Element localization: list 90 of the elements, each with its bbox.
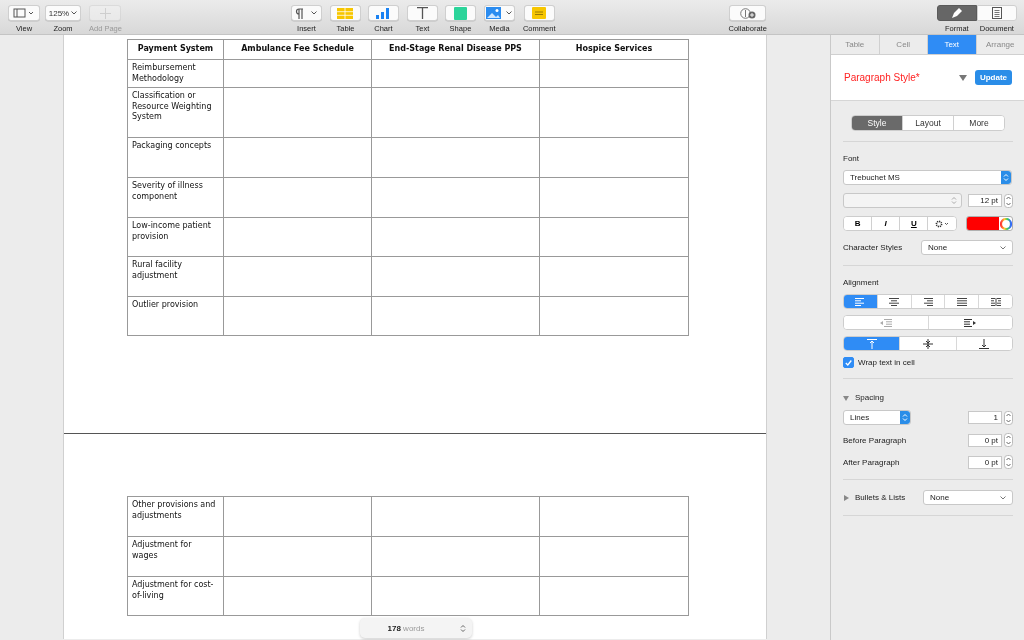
indent-increase-icon — [964, 318, 977, 327]
comment-button[interactable] — [523, 5, 555, 21]
media-button[interactable] — [483, 5, 515, 21]
plus-icon — [99, 7, 111, 19]
format-button[interactable] — [936, 5, 977, 21]
insert-button[interactable] — [290, 5, 322, 21]
stepper-icon — [900, 411, 910, 424]
font-family-popup[interactable]: Trebuchet MS — [843, 170, 1012, 185]
chart-button[interactable] — [367, 5, 399, 21]
table-cell: Outlier provision — [127, 296, 224, 336]
square-icon — [453, 6, 467, 20]
section-label: Alignment — [843, 278, 880, 287]
text-icon — [416, 7, 428, 19]
field-label: Character Styles — [843, 243, 904, 252]
field-label: After Paragraph — [843, 457, 901, 467]
text-button[interactable] — [406, 5, 438, 21]
spacing-field[interactable]: 0 pt — [968, 455, 1002, 469]
wrap-checkbox[interactable] — [843, 357, 854, 368]
table-cell: Adjustment for cost-of-living — [127, 576, 224, 616]
table-cell: Classification or Resource Weighting System — [127, 87, 224, 138]
gear-icon — [935, 219, 949, 228]
table-icon — [337, 7, 354, 19]
header-cell: Hospice Services — [539, 39, 689, 60]
stepper-icon — [460, 623, 467, 633]
chevron-icon — [311, 11, 318, 15]
paintbrush-icon — [950, 7, 963, 19]
document-button[interactable] — [976, 5, 1017, 21]
stepper-icon[interactable] — [1004, 455, 1013, 469]
character-styles-popup[interactable]: None — [921, 240, 1013, 255]
spacing-mode-popup[interactable]: Lines — [843, 410, 911, 425]
spacing-disclosure[interactable]: Spacing — [843, 393, 1013, 402]
chevron-icon — [506, 11, 513, 15]
stepper-icon[interactable] — [1004, 193, 1013, 208]
table-cell: Adjustment for wages — [127, 536, 224, 577]
align-center-icon — [889, 297, 900, 306]
word-count: 178 words — [387, 623, 425, 633]
dropdown-triangle-icon[interactable] — [958, 74, 967, 81]
align-left-icon — [855, 297, 866, 306]
collaborate-icon — [739, 7, 756, 19]
align-right-icon — [923, 297, 933, 306]
header-cell: Ambulance Fee Schedule — [223, 39, 372, 60]
bullets-popup[interactable]: None — [923, 490, 1013, 505]
checkbox-label: Wrap text in cell — [858, 358, 915, 367]
table-cell: Reimbursement Methodology — [127, 59, 224, 88]
shape-button[interactable] — [444, 5, 476, 21]
table-cell: Low-income patient provision — [127, 217, 224, 257]
chevron-icon — [1000, 245, 1006, 250]
font-family: Trebuchet MS — [849, 173, 901, 182]
stepper-icon[interactable] — [1004, 410, 1013, 425]
chevron-icon — [71, 11, 78, 15]
align-middle-icon — [923, 338, 933, 349]
line-spacing-field[interactable]: 1 — [968, 411, 1002, 424]
stepper-icon — [1001, 171, 1011, 184]
bullets-disclosure[interactable]: Bullets & Lists — [843, 493, 923, 502]
document-icon — [991, 7, 1002, 19]
spacing-field[interactable]: 0 pt — [968, 433, 1002, 447]
collaborate-button[interactable] — [729, 5, 767, 21]
field-label: Before Paragraph — [843, 435, 908, 445]
table-cell: Rural facility adjustment — [127, 256, 224, 297]
stepper-icon — [951, 196, 957, 205]
pilcrow-icon — [295, 7, 305, 19]
vertical-alignment-button[interactable] — [844, 337, 901, 350]
table-cell: Other provisions and adjustments — [127, 496, 224, 537]
disclosure-triangle-icon — [843, 494, 849, 501]
comment-icon — [532, 7, 547, 19]
align-justify-icon — [956, 297, 967, 306]
section-label: Font — [843, 154, 860, 163]
color-wheel-icon — [999, 217, 1012, 230]
image-icon — [486, 7, 502, 19]
font-size-field[interactable]: 12 pt — [968, 194, 1002, 207]
view-button[interactable] — [8, 5, 40, 21]
table-cell: Packaging concepts — [127, 137, 224, 178]
header-cell: End-Stage Renal Disease PPS — [371, 39, 540, 60]
indent-decrease-icon — [879, 318, 892, 327]
style-tab[interactable]: Style — [852, 116, 903, 130]
paragraph-style-name: Paragraph Style* — [844, 72, 921, 83]
word-count-popup[interactable]: 178 words — [360, 618, 472, 638]
zoom-button[interactable]: 125% — [45, 5, 81, 21]
align-natural-icon — [990, 297, 1001, 306]
disclosure-triangle-icon — [843, 394, 849, 401]
table-cell: Severity of illness component — [127, 177, 224, 218]
header-cell: Payment System — [127, 39, 224, 60]
stepper-icon[interactable] — [1004, 433, 1013, 447]
text-color-well[interactable] — [965, 216, 1013, 231]
align-bottom-icon — [979, 338, 990, 349]
spacing-mode: Lines — [849, 413, 871, 422]
bold-button[interactable]: B — [844, 217, 873, 230]
bar-chart-icon — [376, 7, 391, 19]
chevron-icon — [1000, 495, 1006, 500]
sidebar-icon — [13, 8, 35, 18]
